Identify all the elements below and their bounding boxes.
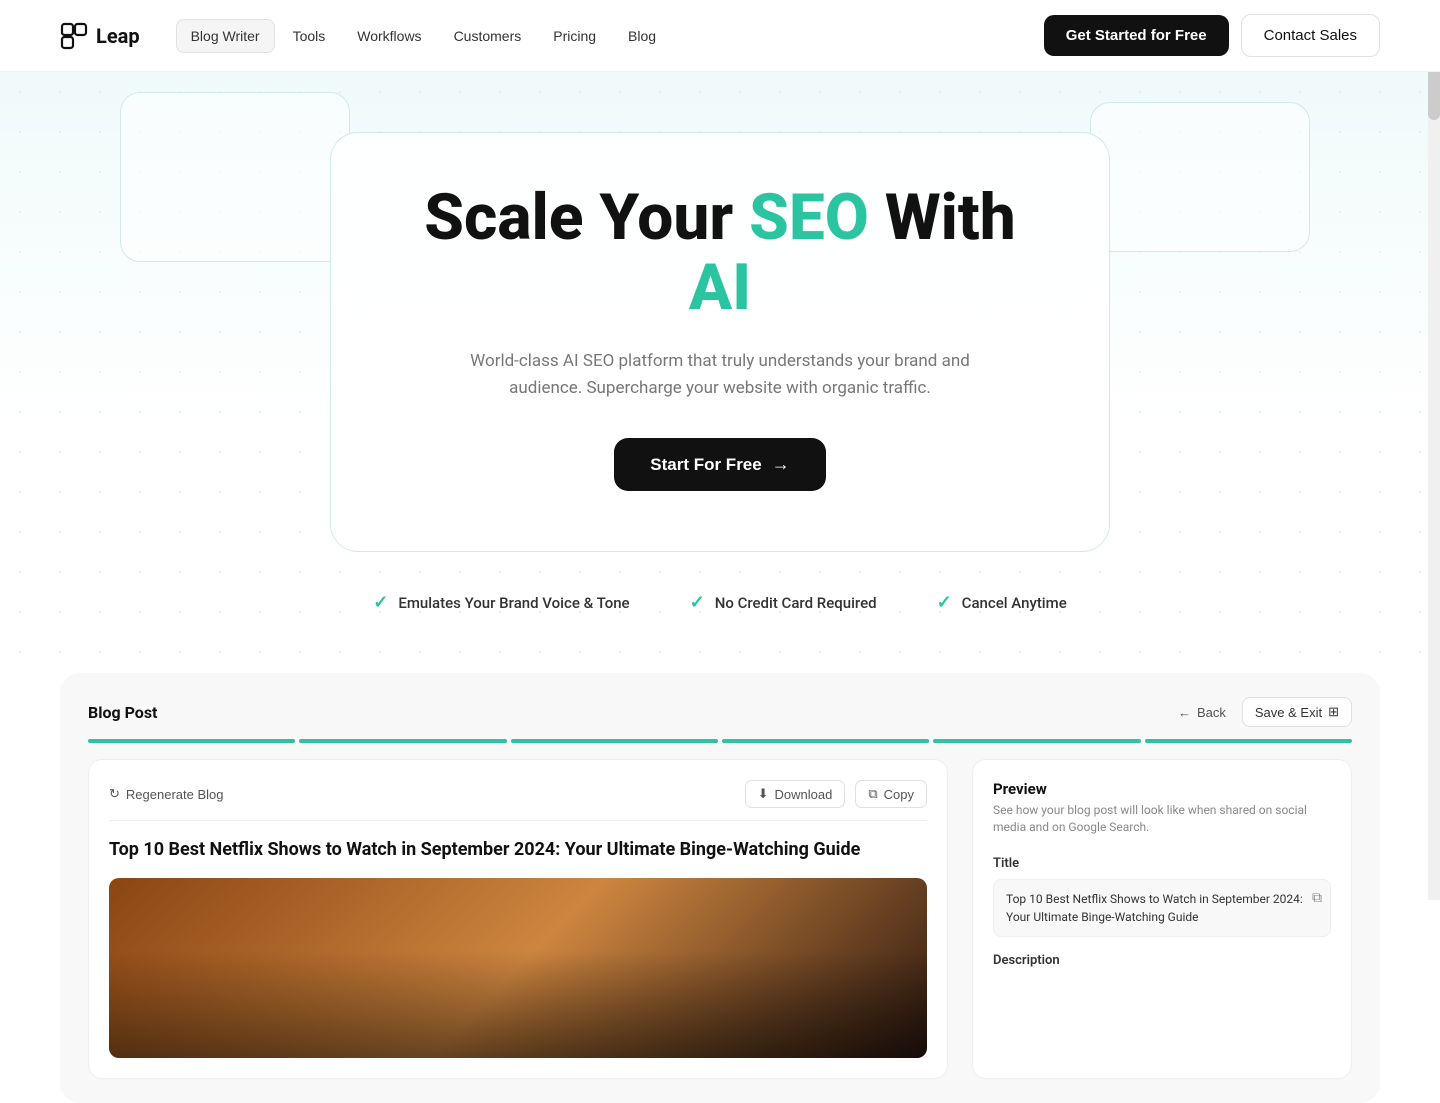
feature-cancel-anytime: ✓ Cancel Anytime: [937, 592, 1067, 613]
nav-blog-writer[interactable]: Blog Writer: [176, 19, 275, 53]
editor-actions: ⬇ Download ⧉ Copy: [745, 780, 927, 808]
copy-icon: ⧉: [868, 786, 877, 802]
feature-no-credit-card: ✓ No Credit Card Required: [690, 592, 877, 613]
download-icon: ⬇: [758, 786, 769, 802]
blog-post-content-title: Top 10 Best Netflix Shows to Watch in Se…: [109, 837, 927, 862]
blog-header: Blog Post ← Back Save & Exit ⊞: [88, 697, 1352, 727]
copy-button[interactable]: ⧉ Copy: [855, 780, 927, 808]
save-exit-icon: ⊞: [1328, 704, 1339, 720]
progress-4: [722, 739, 929, 743]
blog-editor: ↻ Regenerate Blog ⬇ Download ⧉ Copy Top …: [88, 759, 948, 1079]
blog-post-image: [109, 878, 927, 1058]
nav-workflows[interactable]: Workflows: [343, 20, 435, 52]
preview-description: See how your blog post will look like wh…: [993, 802, 1331, 836]
get-started-button[interactable]: Get Started for Free: [1044, 15, 1229, 56]
start-button-label: Start For Free: [650, 455, 761, 475]
contact-sales-button[interactable]: Contact Sales: [1241, 14, 1380, 57]
arrow-icon: →: [772, 454, 790, 475]
navbar: Leap Blog Writer Tools Workflows Custome…: [0, 0, 1440, 72]
progress-3: [511, 739, 718, 743]
logo[interactable]: Leap: [60, 22, 140, 50]
blog-header-right: ← Back Save & Exit ⊞: [1178, 697, 1352, 727]
feature-label-3: Cancel Anytime: [962, 594, 1067, 612]
hero-title-part1: Scale Your: [424, 180, 749, 255]
regenerate-icon: ↻: [109, 786, 120, 802]
nav-pricing[interactable]: Pricing: [539, 20, 610, 52]
nav-tools[interactable]: Tools: [279, 20, 340, 52]
progress-2: [299, 739, 506, 743]
progress-1: [88, 739, 295, 743]
check-icon-3: ✓: [937, 592, 952, 613]
save-exit-button[interactable]: Save & Exit ⊞: [1242, 697, 1352, 727]
brand-name: Leap: [96, 24, 140, 48]
download-button[interactable]: ⬇ Download: [745, 780, 846, 808]
navbar-right: Get Started for Free Contact Sales: [1044, 14, 1380, 57]
download-label: Download: [775, 787, 833, 802]
back-label: Back: [1197, 705, 1226, 720]
hero-title: Scale Your SEO With AI: [411, 183, 1029, 324]
preview-title-label: Title: [993, 856, 1331, 871]
feature-label-1: Emulates Your Brand Voice & Tone: [398, 594, 629, 612]
hero-title-ai: AI: [689, 250, 751, 325]
features-row: ✓ Emulates Your Brand Voice & Tone ✓ No …: [353, 592, 1086, 613]
decorative-card-tr: [1090, 102, 1310, 252]
nav-links: Blog Writer Tools Workflows Customers Pr…: [176, 19, 671, 53]
hero-title-seo: SEO: [749, 180, 869, 255]
blog-image-overlay: [109, 878, 927, 1058]
check-icon-1: ✓: [373, 592, 388, 613]
preview-title-value: Top 10 Best Netflix Shows to Watch in Se…: [993, 879, 1331, 937]
progress-5: [933, 739, 1140, 743]
preview-copy-icon[interactable]: ⧉: [1312, 888, 1322, 909]
feature-brand-voice: ✓ Emulates Your Brand Voice & Tone: [373, 592, 629, 613]
progress-6: [1145, 739, 1352, 743]
nav-blog[interactable]: Blog: [614, 20, 670, 52]
scrollbar[interactable]: [1428, 0, 1440, 900]
hero-card: Scale Your SEO With AI World-class AI SE…: [330, 132, 1110, 552]
preview-desc-label: Description: [993, 953, 1331, 968]
logo-icon: [60, 22, 88, 50]
progress-bar: [88, 739, 1352, 743]
hero-subtitle: World-class AI SEO platform that truly u…: [460, 348, 980, 402]
regenerate-button[interactable]: ↻ Regenerate Blog: [109, 786, 223, 802]
save-exit-label: Save & Exit: [1255, 705, 1322, 720]
preview-heading: Preview: [993, 780, 1331, 798]
navbar-left: Leap Blog Writer Tools Workflows Custome…: [60, 19, 670, 53]
preview-title-text-value: Top 10 Best Netflix Shows to Watch in Se…: [1006, 892, 1303, 924]
editor-toolbar: ↻ Regenerate Blog ⬇ Download ⧉ Copy: [109, 780, 927, 821]
hero-title-part2: With: [869, 180, 1016, 255]
preview-panel: Preview See how your blog post will look…: [972, 759, 1352, 1079]
nav-customers[interactable]: Customers: [440, 20, 536, 52]
decorative-card-tl: [120, 92, 350, 262]
back-arrow-icon: ←: [1178, 705, 1191, 720]
blog-post-section: Blog Post ← Back Save & Exit ⊞ ↻ Rege: [60, 673, 1380, 1103]
feature-label-2: No Credit Card Required: [715, 594, 877, 612]
copy-label: Copy: [884, 787, 914, 802]
regenerate-label: Regenerate Blog: [126, 787, 224, 802]
blog-content: ↻ Regenerate Blog ⬇ Download ⧉ Copy Top …: [88, 759, 1352, 1079]
check-icon-2: ✓: [690, 592, 705, 613]
start-for-free-button[interactable]: Start For Free →: [614, 438, 825, 491]
back-button[interactable]: ← Back: [1178, 705, 1226, 720]
blog-post-title-label: Blog Post: [88, 703, 157, 722]
hero-section: Scale Your SEO With AI World-class AI SE…: [0, 72, 1440, 653]
